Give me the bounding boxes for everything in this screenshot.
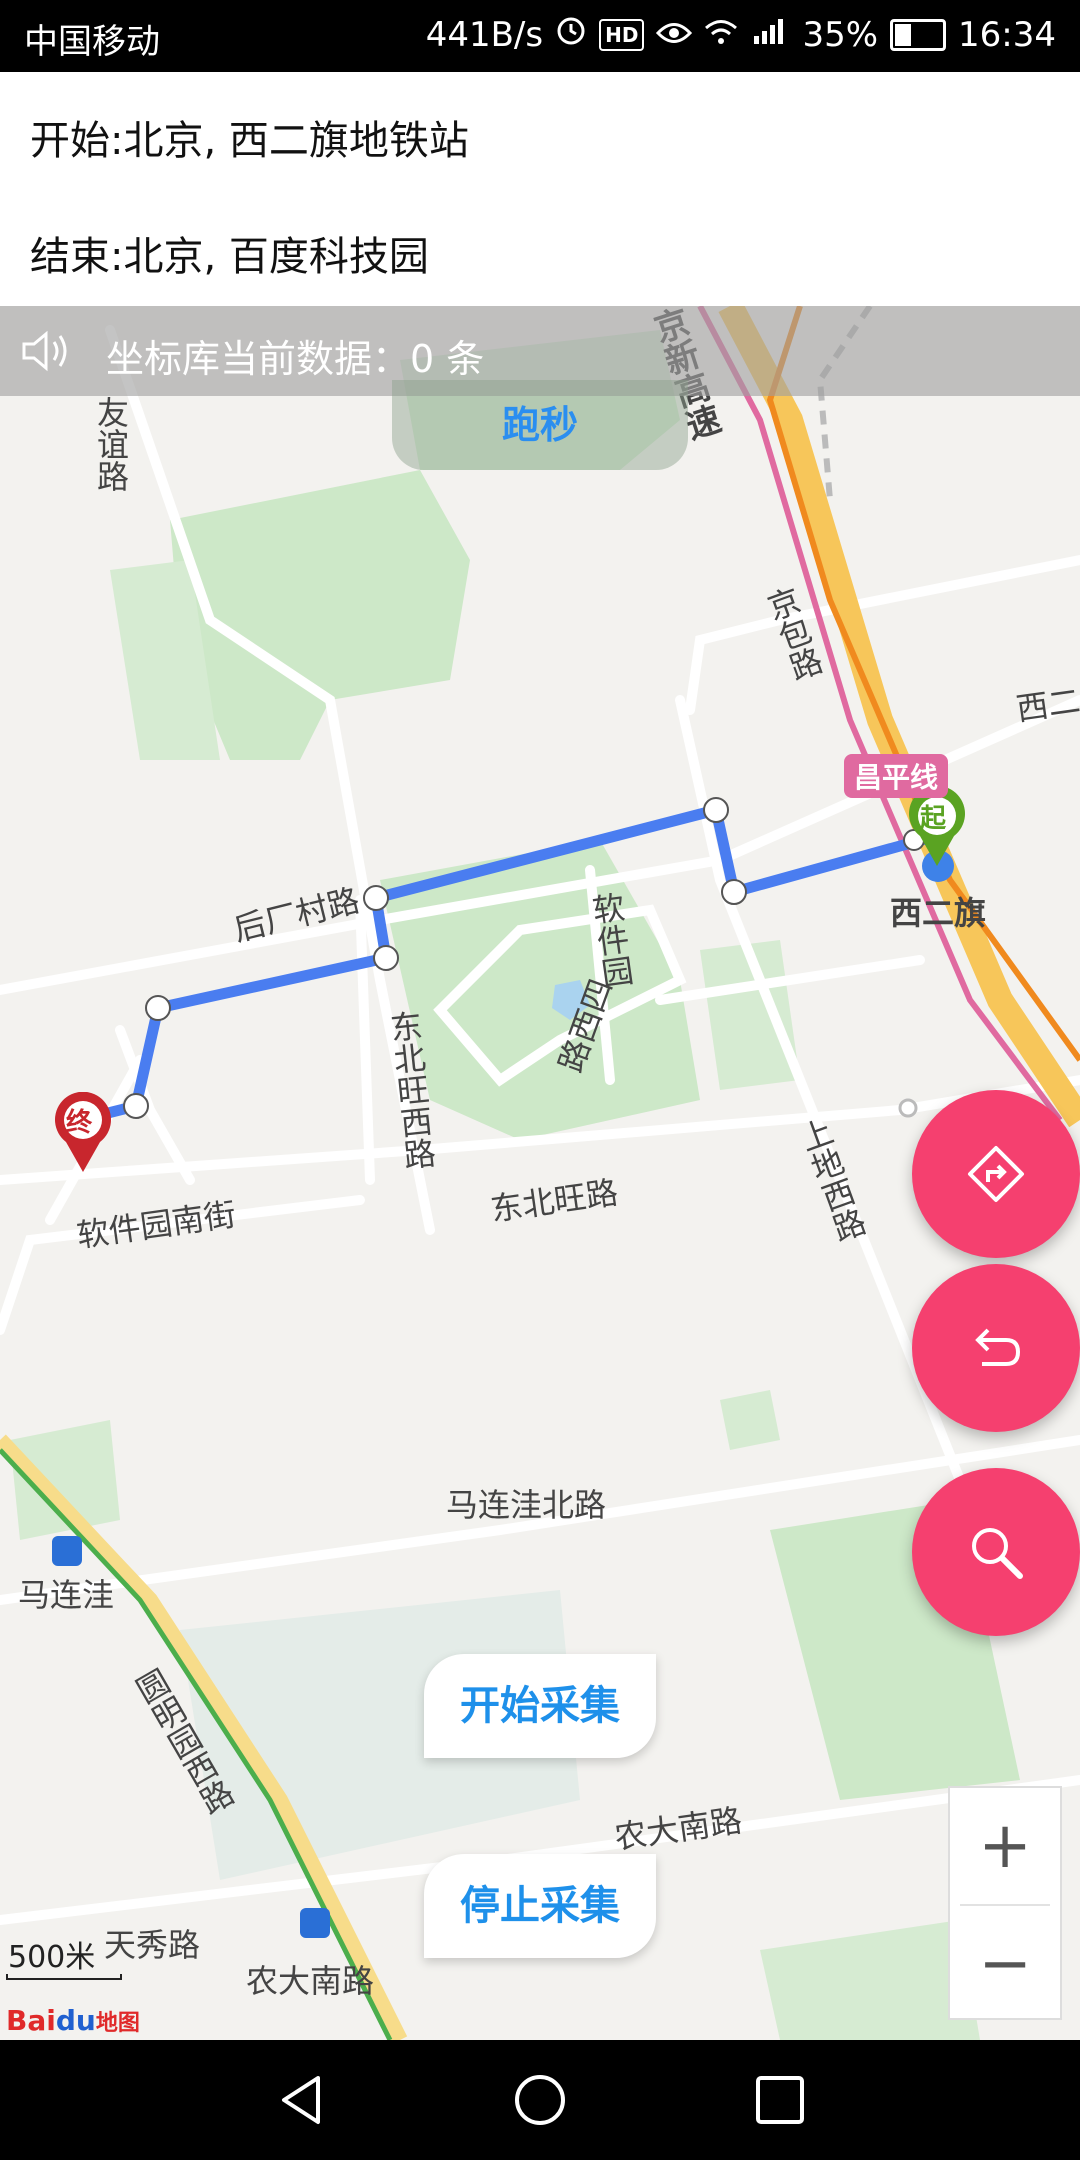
station-label-malianwa: 马连洼 (18, 1576, 115, 1614)
clock: 16:34 (958, 14, 1056, 55)
network-speed: 441B/s (425, 14, 544, 55)
route-icon (968, 1146, 1024, 1202)
baidu-logo: Baidu地图 (6, 2004, 140, 2037)
metro-line-label: 昌平线 (844, 754, 949, 798)
alarm-icon (555, 14, 587, 55)
search-icon (972, 1528, 1023, 1579)
battery-icon (890, 18, 947, 51)
back-icon[interactable] (274, 2072, 330, 2128)
wifi-icon (704, 15, 738, 55)
system-nav-bar (0, 2040, 1080, 2160)
scale-bar (6, 1974, 122, 1980)
undo-button[interactable] (912, 1264, 1080, 1432)
start-location: 开始:北京, 西二旗地铁站 (30, 118, 469, 164)
status-bar: 中国移动 441B/s HD 35% 16:34 (0, 0, 1080, 72)
search-button[interactable] (912, 1468, 1080, 1636)
end-marker[interactable]: 终 (52, 1092, 114, 1174)
start-marker-label: 起 (920, 804, 947, 834)
signal-icon (750, 15, 790, 55)
route-button[interactable] (912, 1090, 1080, 1258)
coordinate-db-count: 坐标库当前数据：0 条 (106, 337, 485, 381)
zoom-in-button[interactable]: + (950, 1788, 1060, 1904)
road-label-tianxiu: 天秀路 (104, 1926, 201, 1964)
home-icon[interactable] (512, 2072, 568, 2128)
road-label-malianwa-north: 马连洼北路 (446, 1486, 607, 1524)
station-label-xierqi: 西二旗 (890, 894, 987, 932)
stop-collect-button[interactable]: 停止采集 (424, 1854, 656, 1958)
eye-icon (656, 15, 693, 55)
zoom-out-button[interactable]: − (950, 1906, 1060, 2022)
route-info-panel: 开始:北京, 西二旗地铁站 结束:北京, 百度科技园 (0, 72, 1080, 306)
road-label-youyi: 友谊路 (92, 396, 130, 492)
end-marker-label: 终 (66, 1108, 93, 1138)
carrier-label: 中国移动 (24, 22, 160, 62)
zoom-control: + − (948, 1786, 1062, 2020)
battery-percent: 35% (802, 14, 879, 55)
road-label-nongda-south-2: 农大南路 (246, 1962, 375, 2000)
scale-label: 500米 (8, 1940, 96, 1975)
start-collect-button[interactable]: 开始采集 (424, 1654, 656, 1758)
speaker-icon[interactable] (18, 324, 72, 378)
road-label-xier-partial: 西二 (1013, 681, 1080, 729)
metro-icon-nongda (300, 1908, 330, 1938)
undo-icon (975, 1328, 1021, 1366)
recents-icon[interactable] (752, 2072, 808, 2128)
run-seconds-tab[interactable]: 跑秒 (392, 380, 688, 470)
metro-icon-malianwa (52, 1536, 82, 1566)
hd-badge: HD (599, 18, 645, 51)
start-marker[interactable]: 起 (906, 788, 968, 868)
end-location: 结束:北京, 百度科技园 (30, 234, 429, 280)
